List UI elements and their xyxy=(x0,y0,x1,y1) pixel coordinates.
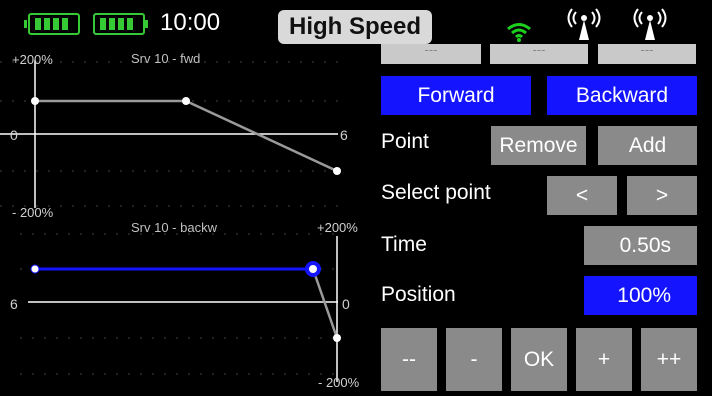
point-label: Point xyxy=(381,130,429,153)
antenna-icon-1 xyxy=(567,8,601,40)
flight-mode-badge[interactable]: High Speed xyxy=(278,10,432,44)
fwd-curve-title: Srv 10 - fwd xyxy=(131,51,201,66)
backward-button[interactable]: Backward xyxy=(547,76,697,115)
ok-button[interactable]: OK xyxy=(511,328,567,391)
tab-3[interactable]: --- xyxy=(598,44,696,64)
clock: 10:00 xyxy=(160,9,221,36)
battery-icon-1 xyxy=(24,13,80,35)
fwd-curve-line xyxy=(35,99,338,173)
fwd-curve-point-3 xyxy=(333,167,341,175)
next-point-button[interactable]: > xyxy=(627,176,697,215)
tab-1[interactable]: --- xyxy=(381,44,481,64)
backward-curve-graph xyxy=(20,233,341,382)
back-y-zero-label: 0 xyxy=(342,296,350,312)
back-y-min-label: - 200% xyxy=(318,375,360,390)
back-curve-title: Srv 10 - backw xyxy=(131,220,217,235)
fwd-x-end-label: 6 xyxy=(340,127,348,143)
tab-2[interactable]: --- xyxy=(490,44,588,64)
fwd-y-min-label: - 200% xyxy=(12,205,54,220)
antenna-icon-2 xyxy=(633,8,667,40)
fwd-curve-point-2 xyxy=(182,97,190,105)
decrease-large-button[interactable]: -- xyxy=(381,328,437,391)
position-value-field[interactable]: 100% xyxy=(584,276,697,315)
previous-point-button[interactable]: < xyxy=(547,176,617,215)
time-label: Time xyxy=(381,233,427,256)
back-curve-point-3 xyxy=(333,334,341,342)
fwd-y-zero-label: 0 xyxy=(10,127,18,143)
add-point-button[interactable]: Add xyxy=(598,126,697,165)
increase-button[interactable]: + xyxy=(576,328,632,391)
back-curve-selected-point xyxy=(305,261,321,277)
fwd-y-max-label: +200% xyxy=(12,52,53,67)
back-x-start-label: 6 xyxy=(10,296,18,312)
back-y-max-label: +200% xyxy=(317,220,358,235)
forward-button[interactable]: Forward xyxy=(381,76,531,115)
remove-point-button[interactable]: Remove xyxy=(491,126,586,165)
increase-large-button[interactable]: ++ xyxy=(641,328,697,391)
fwd-curve-point-1 xyxy=(31,97,39,105)
decrease-button[interactable]: - xyxy=(446,328,502,391)
position-label: Position xyxy=(381,283,456,306)
status-bar: 10:00 High Speed xyxy=(0,0,712,44)
wifi-icon xyxy=(507,23,531,42)
select-point-label: Select point xyxy=(381,181,491,204)
back-curve-point-1 xyxy=(30,264,40,274)
forward-curve-graph xyxy=(0,60,341,208)
battery-icon-2 xyxy=(93,13,148,35)
time-value-field[interactable]: 0.50s xyxy=(584,226,697,265)
back-curve-segment xyxy=(311,268,339,339)
